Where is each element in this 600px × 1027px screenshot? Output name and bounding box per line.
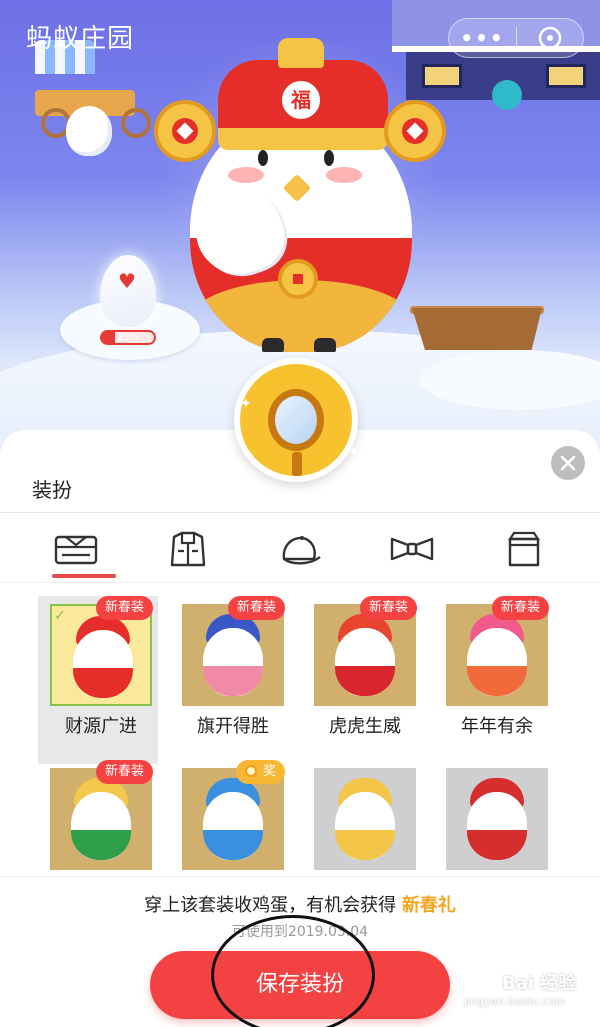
outfit-item[interactable]: 新春装年年有余	[434, 596, 554, 764]
panel-title: 装扮	[32, 478, 72, 502]
outfit-chicken	[335, 628, 395, 696]
outfit-badge-label: 奖	[263, 764, 277, 779]
outfit-thumbnail	[446, 768, 548, 870]
outfit-item[interactable]: ✓ 新春装财源广进	[38, 596, 158, 764]
outfit-badge: 新春装	[96, 760, 154, 784]
outfit-badge: 奖	[236, 760, 286, 784]
category-tabs	[0, 520, 600, 580]
small-chicken[interactable]	[66, 106, 112, 156]
outfit-robe	[467, 830, 527, 860]
coin-ornament-icon	[154, 100, 216, 162]
exit-target-icon	[538, 26, 562, 50]
bag-icon	[507, 531, 541, 567]
chicken-cheek	[228, 167, 264, 183]
watermark: Bai 经验 jingyan.baidu.com	[458, 967, 594, 1013]
tab-outfit[interactable]	[36, 520, 116, 578]
mirror-handle	[292, 452, 302, 476]
egg-progress-text: 25%	[116, 332, 140, 343]
tab-jacket[interactable]	[148, 520, 228, 578]
watermark-url: jingyan.baidu.com	[464, 995, 566, 1008]
outfit-chicken	[73, 630, 133, 698]
outfit-name: 旗开得胜	[197, 716, 269, 737]
outfit-badge: 新春装	[492, 596, 550, 620]
divider	[0, 512, 600, 513]
exit-button[interactable]	[517, 19, 583, 57]
outfit-robe	[203, 830, 263, 860]
bowtie-icon	[390, 537, 434, 561]
promo-highlight: 新春礼	[401, 895, 456, 916]
coin-icon	[245, 765, 257, 777]
sparkle-icon: ✦	[240, 396, 252, 412]
fu-emblem-icon: 福	[278, 77, 324, 123]
cart-wheel	[121, 108, 151, 138]
outfit-name: 财源广进	[65, 716, 137, 737]
house-window	[422, 64, 462, 88]
save-outfit-button[interactable]: 保存装扮	[150, 951, 450, 1019]
promo-prefix: 穿上该套装收鸡蛋，有机会获得	[144, 895, 397, 916]
more-menu-button[interactable]: •••	[449, 19, 516, 57]
outfit-robe	[203, 666, 263, 696]
mirror-icon	[268, 389, 324, 476]
tab-bag[interactable]	[484, 520, 564, 578]
outfit-thumbnail	[314, 768, 416, 870]
outfit-chicken	[335, 792, 395, 860]
house-window	[546, 64, 586, 88]
outfit-chicken	[203, 792, 263, 860]
outfit-badge: 新春装	[228, 596, 286, 620]
outfit-badge: 新春装	[360, 596, 418, 620]
chicken-eye	[258, 150, 268, 166]
promo-text: 穿上该套装收鸡蛋，有机会获得 新春礼	[0, 891, 600, 917]
outfit-item[interactable]: 新春装虎虎生威	[302, 596, 422, 764]
divider	[0, 582, 600, 583]
tab-bowtie[interactable]	[372, 520, 452, 578]
outfit-robe	[335, 666, 395, 696]
panel-close-button[interactable]	[551, 446, 585, 480]
outfit-badge-label: 新春装	[237, 600, 277, 615]
bottom-bar: 穿上该套装收鸡蛋，有机会获得 新春礼 可使用到2019.03.04 保存装扮 B…	[0, 876, 600, 1027]
app-title: 蚂蚁庄园	[26, 24, 135, 54]
chicken-cheek	[326, 167, 362, 183]
outfit-badge-label: 新春装	[369, 600, 409, 615]
sparkle-icon: ✦	[336, 376, 348, 392]
outfit-badge-label: 新春装	[501, 600, 541, 615]
tab-hat[interactable]	[260, 520, 340, 578]
outfit-robe	[335, 830, 395, 860]
mascot-creature[interactable]	[492, 80, 522, 110]
coin-ornament-icon	[384, 100, 446, 162]
chicken-leg	[262, 338, 284, 352]
heart-icon: ♥	[118, 269, 136, 293]
sparkle-icon: ✦	[348, 444, 360, 460]
chicken-hat-top	[278, 38, 324, 68]
outfit-robe	[467, 666, 527, 696]
chicken-eye	[324, 150, 334, 166]
outfit-name: 虎虎生威	[329, 716, 401, 737]
egg[interactable]: ♥	[100, 255, 156, 327]
outfit-chicken	[71, 792, 131, 860]
food-trough[interactable]	[412, 308, 542, 350]
outfit-robe	[71, 830, 131, 860]
outfit-chicken	[203, 628, 263, 696]
outfit-badge-label: 新春装	[105, 600, 145, 615]
hat-icon	[282, 536, 321, 565]
outfit-robe	[73, 668, 133, 698]
chicken-leg	[314, 338, 336, 352]
outfit-name: 年年有余	[461, 716, 533, 737]
outfit-item[interactable]: 新春装旗开得胜	[170, 596, 290, 764]
outfit-badge-label: 新春装	[105, 764, 145, 779]
outfit-chicken	[467, 628, 527, 696]
belt-coin-icon	[278, 259, 318, 299]
miniprogram-capsule: •••	[448, 18, 584, 58]
check-icon: ✓	[54, 608, 66, 624]
outfit-icon	[54, 535, 98, 565]
jacket-icon	[170, 531, 206, 567]
outfit-badge: 新春装	[96, 596, 154, 620]
close-icon	[560, 455, 576, 471]
valid-until-text: 可使用到2019.03.04	[231, 924, 369, 940]
watermark-text: Bai 经验	[502, 973, 577, 994]
outfit-chicken	[467, 792, 527, 860]
